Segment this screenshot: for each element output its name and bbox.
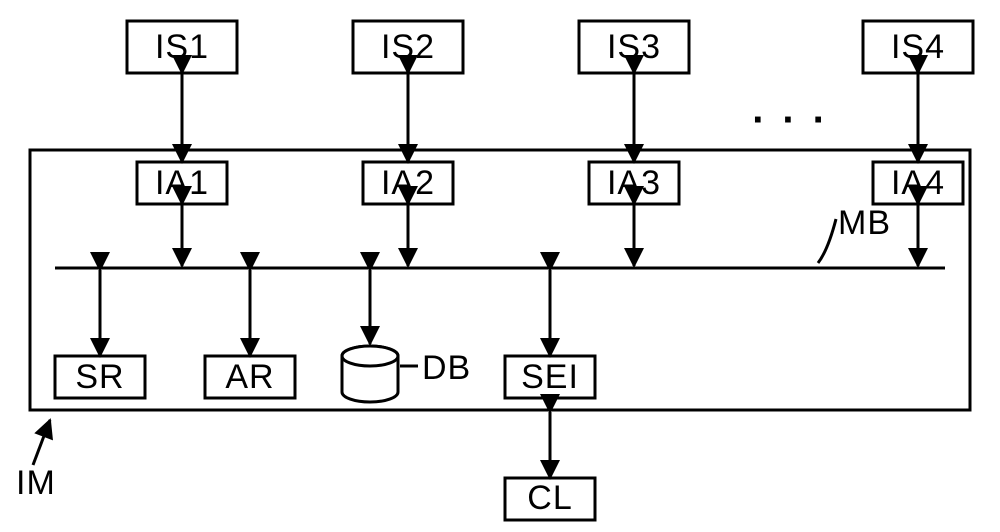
db-label: DB — [422, 349, 471, 387]
node-ia1-label: IA1 — [155, 164, 209, 202]
node-ia3-label: IA3 — [607, 164, 661, 202]
node-sei-label: SEI — [521, 358, 579, 396]
architecture-diagram: IS1 IS2 IS3 IS4 . . . IA1 IA2 IA3 IA4 MB… — [0, 0, 1000, 532]
node-is2-label: IS2 — [381, 28, 435, 66]
container-label: IM — [16, 464, 56, 502]
node-ia4-label: IA4 — [891, 164, 945, 202]
node-is3-label: IS3 — [607, 28, 661, 66]
ellipsis: . . . — [752, 88, 828, 132]
bus-label: MB — [838, 204, 891, 242]
is-nodes: IS1 IS2 IS3 IS4 — [127, 21, 973, 73]
node-ia2-label: IA2 — [381, 164, 435, 202]
node-db — [342, 346, 398, 402]
node-sr-label: SR — [75, 358, 124, 396]
node-ar-label: AR — [225, 358, 274, 396]
node-is1-label: IS1 — [155, 28, 209, 66]
node-cl-label: CL — [527, 479, 572, 517]
node-is4-label: IS4 — [891, 28, 945, 66]
im-leader — [33, 420, 50, 465]
